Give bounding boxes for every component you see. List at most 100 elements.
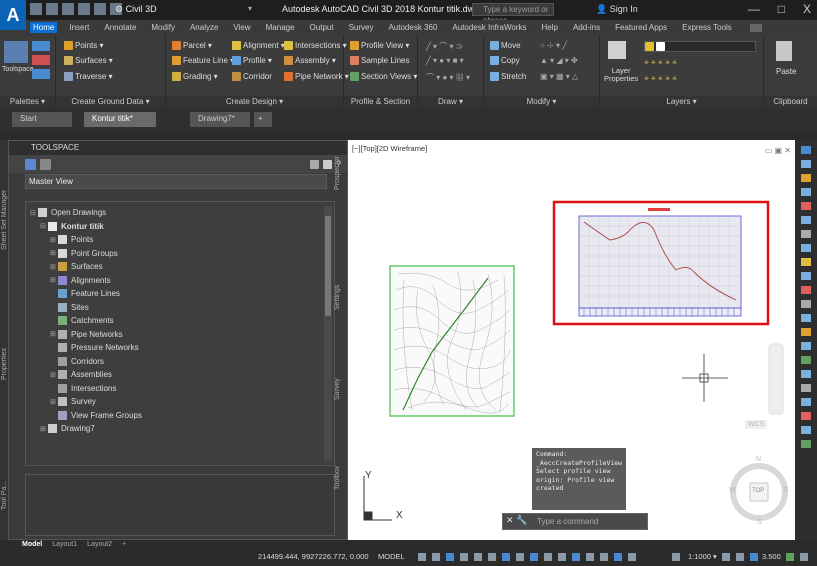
- compass-west[interactable]: W: [729, 487, 736, 494]
- toggle-item-view-icon[interactable]: [309, 159, 319, 169]
- prospector-view-icon[interactable]: [25, 158, 36, 170]
- tab-featured-apps[interactable]: Featured Apps: [612, 22, 670, 33]
- layer-properties-icon[interactable]: [608, 41, 626, 59]
- tree-item[interactable]: Catchments: [26, 314, 334, 328]
- tool-14-icon[interactable]: [801, 328, 811, 336]
- points-button[interactable]: Points ▾: [64, 41, 103, 50]
- tab-help[interactable]: Help: [539, 22, 561, 33]
- traverse-button[interactable]: Traverse ▾: [64, 72, 113, 81]
- toolspace-button[interactable]: Toolspace: [2, 66, 34, 73]
- tab-manage[interactable]: Manage: [263, 22, 298, 33]
- transparency-icon[interactable]: [530, 553, 538, 561]
- tool-8-icon[interactable]: [801, 244, 811, 252]
- view-mode-select[interactable]: Master View: [25, 174, 327, 189]
- settings-icon[interactable]: [32, 55, 50, 65]
- tab-analyze[interactable]: Analyze: [187, 22, 221, 33]
- rotate-tools[interactable]: ○ ⊹ ▾ ╱: [540, 41, 567, 50]
- osnap-tracking-icon[interactable]: [488, 553, 496, 561]
- tree-expand-icon[interactable]: ⊞: [50, 236, 58, 244]
- gizmo-icon[interactable]: [600, 553, 608, 561]
- tree-item[interactable]: ⊞ Assemblies: [26, 368, 334, 382]
- scrollbar-thumb[interactable]: [325, 216, 331, 316]
- tab-layout2[interactable]: Layout2: [87, 541, 112, 548]
- tree-item[interactable]: ⊟ Kontur titik: [26, 220, 334, 234]
- tree-expand-icon[interactable]: ⊞: [50, 330, 58, 338]
- tab-home[interactable]: Home: [30, 22, 58, 33]
- copy-button[interactable]: Copy: [490, 56, 520, 65]
- tool-10-icon[interactable]: [801, 272, 811, 280]
- save-icon[interactable]: [62, 3, 74, 15]
- panorama-icon[interactable]: [32, 69, 50, 79]
- snap-icon[interactable]: [432, 553, 440, 561]
- tool-3-icon[interactable]: [801, 174, 811, 182]
- 3d-osnap-icon[interactable]: [558, 553, 566, 561]
- tool-7-icon[interactable]: [801, 230, 811, 238]
- assembly-button[interactable]: Assembly ▾: [284, 56, 336, 65]
- survey-side-tab[interactable]: Survey: [334, 378, 341, 400]
- tree-item[interactable]: Intersections: [26, 382, 334, 396]
- tool-16-icon[interactable]: [801, 356, 811, 364]
- tree-item[interactable]: ⊞ Survey: [26, 395, 334, 409]
- tab-infraworks[interactable]: Autodesk InfraWorks: [449, 22, 529, 33]
- tool-1-icon[interactable]: [801, 146, 811, 154]
- tree-expand-icon[interactable]: ⊞: [40, 425, 48, 433]
- ortho-icon[interactable]: [446, 553, 454, 561]
- tree-scrollbar[interactable]: [324, 206, 332, 461]
- tool-9-icon[interactable]: [801, 258, 811, 266]
- corridor-button[interactable]: Corridor: [232, 72, 272, 81]
- layer-dropdown[interactable]: [644, 41, 756, 52]
- polar-icon[interactable]: [460, 553, 468, 561]
- tree-item[interactable]: ⊞ Drawing7: [26, 422, 334, 436]
- stretch-button[interactable]: Stretch: [490, 72, 526, 81]
- tree-expand-icon[interactable]: ⊞: [50, 263, 58, 271]
- tab-autodesk-360[interactable]: Autodesk 360: [385, 22, 440, 33]
- profile-view[interactable]: [578, 208, 742, 317]
- selection-filter-icon[interactable]: [586, 553, 594, 561]
- viewcube-top-face[interactable]: TOP: [752, 488, 764, 494]
- list-view-icon[interactable]: [322, 159, 332, 169]
- settings-side-tab[interactable]: Settings: [334, 285, 341, 310]
- compass-south[interactable]: S: [757, 519, 762, 526]
- workspace-selector[interactable]: ⚙ Civil 3D: [115, 4, 157, 15]
- profile-button[interactable]: Profile ▾: [232, 56, 272, 65]
- tab-annotate[interactable]: Annotate: [101, 22, 139, 33]
- selection-cycling-icon[interactable]: [544, 553, 552, 561]
- annotation-visibility-icon[interactable]: [614, 553, 622, 561]
- toolspace-icon[interactable]: [4, 41, 28, 63]
- maximize-button[interactable]: □: [778, 2, 785, 16]
- customization-icon[interactable]: [800, 553, 808, 561]
- osnap-icon[interactable]: [502, 553, 510, 561]
- scale-tools[interactable]: ▣ ▾ ▦ ▾ △: [540, 72, 578, 81]
- feature-line-button[interactable]: Feature Line ▾: [172, 56, 234, 65]
- properties-tab[interactable]: Properties: [1, 348, 8, 380]
- sample-lines-button[interactable]: Sample Lines: [350, 56, 409, 65]
- layer-tools-row1[interactable]: ⚹ ⚹ ⚹ ⚹ ⚹: [644, 57, 677, 67]
- doc-tab-kontur-titik[interactable]: Kontur titik*: [84, 112, 156, 127]
- minimize-button[interactable]: —: [748, 2, 760, 16]
- surfaces-button[interactable]: Surfaces ▾: [64, 56, 113, 65]
- parcel-button[interactable]: Parcel ▾: [172, 41, 212, 50]
- annotation-scale-icon[interactable]: [672, 553, 680, 561]
- group-label-draw[interactable]: Draw ▾: [418, 96, 483, 108]
- tab-express-tools[interactable]: Express Tools: [679, 22, 735, 33]
- close-icon[interactable]: ✕ 🔧: [506, 515, 527, 526]
- tool-22-icon[interactable]: [801, 440, 811, 448]
- tree-expand-icon[interactable]: ⊟: [30, 209, 38, 217]
- tool-19-icon[interactable]: [801, 398, 811, 406]
- tool-15-icon[interactable]: [801, 342, 811, 350]
- tab-output[interactable]: Output: [307, 22, 337, 33]
- tree-expand-icon[interactable]: ⊞: [50, 276, 58, 284]
- tab-add-ins[interactable]: Add-ins: [570, 22, 603, 33]
- tool-17-icon[interactable]: [801, 370, 811, 378]
- tab-survey[interactable]: Survey: [346, 22, 377, 33]
- model-space-button[interactable]: MODEL: [378, 552, 405, 561]
- tree-item[interactable]: ⊞ Points: [26, 233, 334, 247]
- paste-button[interactable]: Paste: [776, 67, 796, 76]
- tool-2-icon[interactable]: [801, 160, 811, 168]
- zoom-value[interactable]: 3.500: [762, 552, 781, 561]
- tool-6-icon[interactable]: [801, 216, 811, 224]
- tree-expand-icon[interactable]: ⊞: [50, 371, 58, 379]
- ribbon-minimize-icon[interactable]: [749, 23, 762, 32]
- prospector-icon[interactable]: [32, 41, 50, 51]
- search-input[interactable]: Type a keyword or phrase: [472, 3, 554, 25]
